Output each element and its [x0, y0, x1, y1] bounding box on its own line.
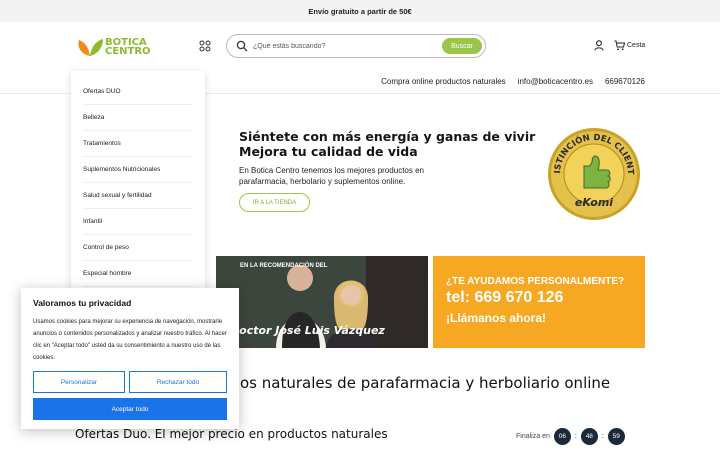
cookie-consent-dialog: Valoramos tu privacidad Usamos cookies p…	[21, 288, 239, 429]
category-dropdown-menu: Ofertas DUO Belleza Tratamientos Supleme…	[71, 71, 205, 291]
menu-item-ofertas-duo[interactable]: Ofertas DUO	[83, 88, 193, 105]
phone-banner-line1: ¿TE AYUDAMOS PERSONALMENTE?	[446, 276, 625, 287]
logo-text: BOTICA CENTRO	[105, 38, 151, 57]
categories-grid-icon[interactable]	[199, 40, 211, 52]
countdown-seconds: 59	[607, 428, 625, 445]
hero-text: En Botica Centro tenemos los mejores pro…	[239, 166, 424, 186]
go-to-shop-button[interactable]: IR A LA TIENDA	[239, 193, 310, 212]
cart-label: Cesta	[627, 42, 646, 49]
leaf-logo-icon	[78, 39, 103, 56]
search-button[interactable]: Buscar	[442, 38, 482, 54]
cookie-accept-button[interactable]: Aceptar todo	[33, 398, 227, 420]
doctor-banner-label: EN LA RECOMENDACIÓN DEL	[240, 263, 328, 269]
user-account-icon[interactable]	[594, 40, 604, 51]
nav-link-email[interactable]: info@boticacentro.es	[518, 77, 593, 86]
shipping-banner-text: Envío gratuito a partir de 50€	[308, 6, 412, 16]
phone-banner-call: ¡Llámanos ahora!	[446, 311, 547, 325]
cart-icon	[614, 40, 625, 51]
menu-item-control-peso[interactable]: Control de peso	[83, 244, 193, 261]
menu-item-infantil[interactable]: Infantil	[83, 218, 193, 235]
doctor-recommendation-banner[interactable]: EN LA RECOMENDACIÓN DEL Doctor José Luis…	[216, 256, 428, 348]
badge-bottom-text: eKomi	[575, 196, 613, 209]
cookie-reject-button[interactable]: Rechazar todo	[129, 371, 227, 393]
logo[interactable]: BOTICA CENTRO	[76, 36, 156, 58]
phone-banner-number: tel: 669 670 126	[446, 289, 564, 306]
cookie-customize-button[interactable]: Personalizar	[33, 371, 125, 393]
menu-item-tratamientos[interactable]: Tratamientos	[83, 140, 193, 157]
menu-item-belleza[interactable]: Belleza	[83, 114, 193, 131]
nav-link-phone[interactable]: 669670126	[605, 77, 645, 86]
doctor-banner-name: Doctor José Luis Vázquez	[230, 324, 385, 337]
countdown-separator: :	[574, 433, 577, 440]
countdown-label: Finaliza en	[516, 433, 550, 440]
nav-link-compra-online[interactable]: Compra online productos naturales	[381, 77, 506, 86]
menu-item-especial-hombre[interactable]: Especial hombre	[83, 270, 193, 287]
search-icon	[236, 40, 248, 52]
cookie-text: Usamos cookies para mejorar su experienc…	[33, 319, 227, 361]
section-title: os naturales de parafarmacia y herboliar…	[240, 374, 611, 392]
shipping-banner: Envío gratuito a partir de 50€	[0, 0, 720, 22]
menu-item-salud-sexual[interactable]: Salud sexual y fertilidad	[83, 192, 193, 209]
countdown-minutes: 48	[580, 428, 598, 445]
cookie-title: Valoramos tu privacidad	[33, 298, 132, 308]
phone-help-banner[interactable]: ¿TE AYUDAMOS PERSONALMENTE? tel: 669 670…	[433, 256, 645, 348]
search-bar: Buscar	[226, 34, 486, 58]
ekomi-badge[interactable]: DISTINCIÓN DEL CLIENTE eKomi	[546, 126, 642, 222]
cart-button[interactable]: Cesta	[614, 40, 645, 51]
logo-text-line2: CENTRO	[105, 46, 151, 57]
countdown-hours: 06	[553, 428, 571, 445]
search-input[interactable]	[253, 42, 433, 50]
hero-title-line2: Mejora tu calidad de vida	[239, 144, 418, 159]
hero-title-line1: Siéntete con más energía y ganas de vivi…	[239, 129, 536, 144]
countdown-timer: Finaliza en 06 : 48 : 59	[516, 428, 625, 445]
countdown-separator: :	[601, 433, 604, 440]
page: Envío gratuito a partir de 50€ BOTICA CE…	[0, 0, 720, 450]
ofertas-title: Ofertas Duo. El mejor precio en producto…	[75, 427, 388, 441]
header-nav: Compra online productos naturales info@b…	[381, 77, 645, 86]
hero-title: Siéntete con más energía y ganas de vivi…	[239, 129, 535, 159]
menu-item-suplementos[interactable]: Suplementos Nutricionales	[83, 166, 193, 183]
